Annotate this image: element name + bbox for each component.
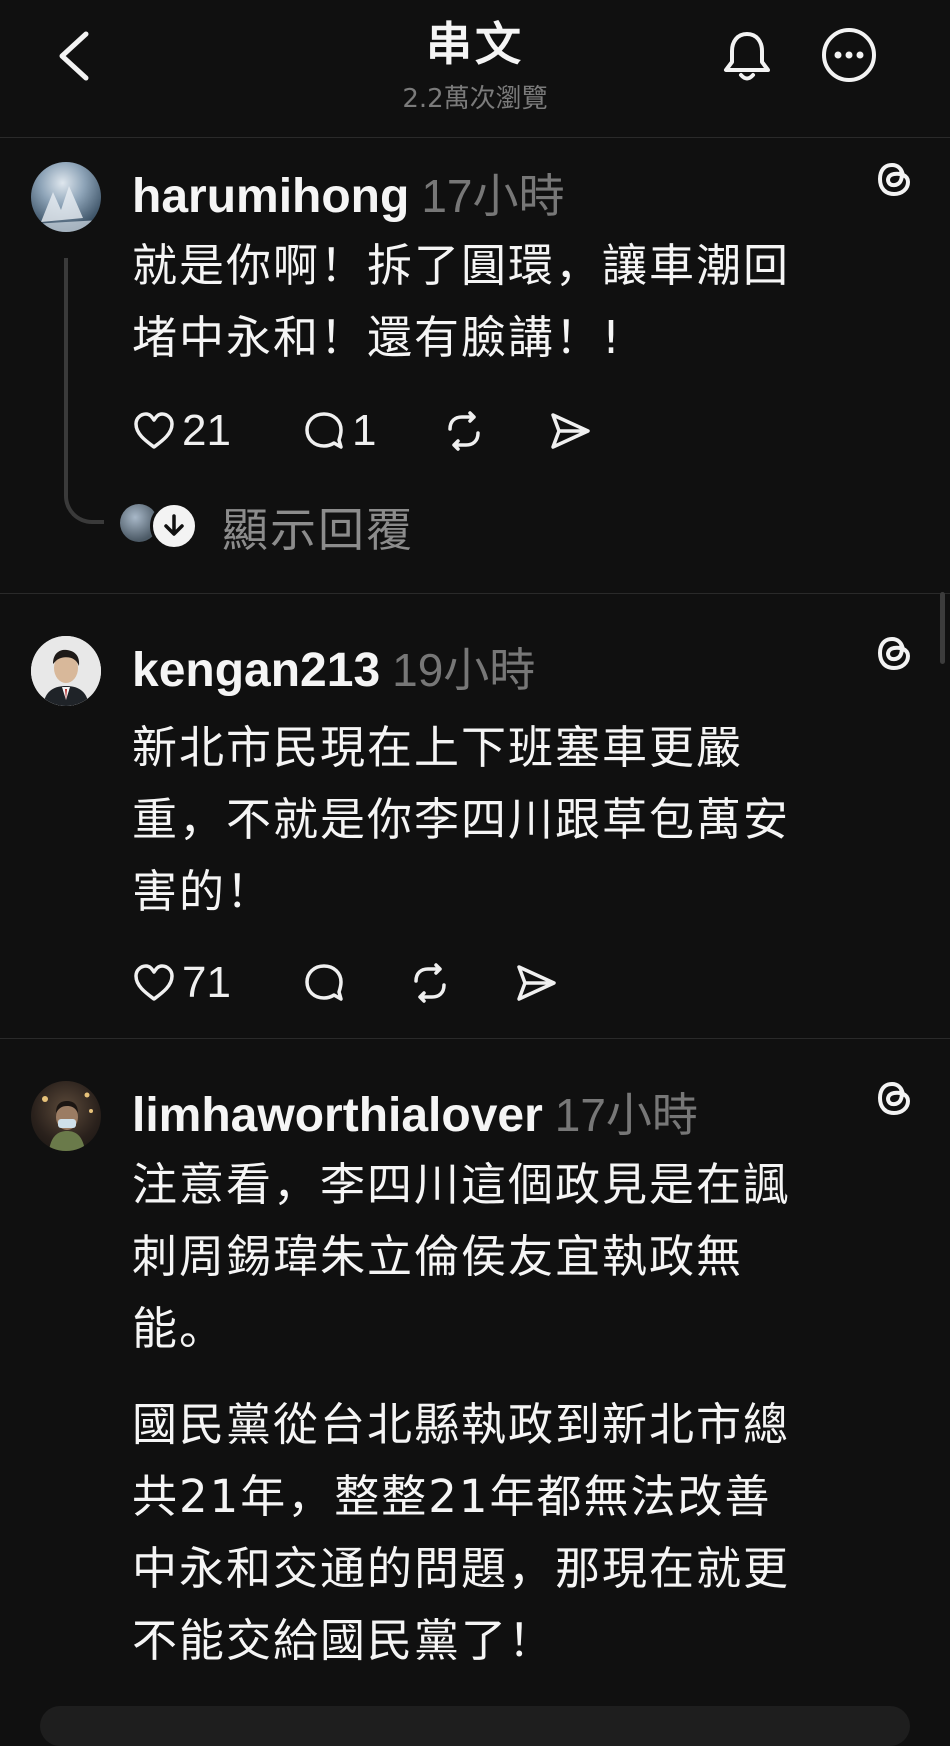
comment-count: 1: [352, 406, 377, 455]
comment-button[interactable]: [302, 958, 346, 1008]
action-bar: 71: [132, 958, 572, 1008]
reply-composer-bar[interactable]: [40, 1706, 910, 1746]
person-photo: [31, 636, 101, 706]
scrollbar[interactable]: [940, 592, 945, 664]
like-button[interactable]: 21: [132, 406, 231, 456]
comment-icon: [305, 412, 343, 449]
post-text: 就是你啊！拆了圓環，讓車潮回 堵中永和！還有臉講！!: [132, 239, 791, 364]
arrow-down-icon: [150, 502, 198, 550]
person-photo: [42, 1092, 93, 1151]
threads-logo-icon[interactable]: [872, 156, 916, 202]
post-limhaworthialover: limhaworthialover 17小時 注意看，李四川這個政見是在諷 刺周錫…: [0, 1039, 950, 1723]
thread-connector: [64, 258, 104, 524]
share-button[interactable]: [548, 406, 592, 456]
more-icon: [822, 28, 876, 82]
comment-button[interactable]: 1: [302, 406, 376, 456]
more-options-button[interactable]: [820, 26, 878, 84]
action-bar: 21 1: [132, 406, 632, 456]
post-text-paragraph-2: 國民黨從台北縣執政到新北市總 共21年，整整21年都無法改善 中永和交通的問題，…: [132, 1398, 791, 1667]
comment-icon: [305, 964, 343, 1001]
post-harumihong: harumihong 17小時 就是你啊！拆了圓環，讓車潮回 堵中永和！還有臉講！…: [0, 138, 950, 593]
bell-icon: [724, 32, 770, 81]
send-icon: [551, 413, 590, 449]
post-text: 注意看，李四川這個政見是在諷 刺周錫瑋朱立倫侯友宜執政無 能。: [132, 1158, 791, 1355]
avatar[interactable]: [31, 636, 101, 706]
repost-icon: [448, 411, 480, 451]
snow-tree-picture: [31, 186, 101, 232]
page-title: 串文: [426, 17, 524, 71]
threads-logo-icon[interactable]: [872, 1075, 916, 1121]
avatar[interactable]: [31, 162, 101, 232]
timestamp: 19小時: [392, 644, 536, 696]
repost-button[interactable]: [442, 406, 486, 456]
like-button[interactable]: 71: [132, 958, 231, 1008]
view-count: 2.2萬次瀏覽: [402, 84, 548, 114]
heart-icon: [134, 964, 174, 1001]
send-icon: [517, 965, 556, 1001]
like-count: 21: [182, 406, 231, 455]
username[interactable]: kengan213 19小時: [132, 634, 535, 700]
show-replies-label: 顯示回覆: [222, 503, 414, 557]
avatar[interactable]: [31, 1081, 101, 1151]
timestamp: 17小時: [421, 170, 565, 222]
like-count: 71: [182, 958, 231, 1007]
top-bar: 串文 2.2萬次瀏覽: [0, 0, 950, 138]
share-button[interactable]: [514, 958, 558, 1008]
post-kengan213: kengan213 19小時 新北市民現在上下班塞車更嚴 重，不就是你李四川跟草包…: [0, 594, 950, 1038]
repost-button[interactable]: [408, 958, 452, 1008]
heart-icon: [134, 412, 174, 449]
post-text: 新北市民現在上下班塞車更嚴 重，不就是你李四川跟草包萬安 害的！: [132, 721, 791, 918]
username[interactable]: harumihong 17小時: [132, 160, 564, 226]
timestamp: 17小時: [554, 1089, 698, 1141]
threads-logo-icon[interactable]: [872, 630, 916, 676]
notification-button[interactable]: [720, 28, 774, 84]
username[interactable]: limhaworthialover 17小時: [132, 1079, 698, 1145]
repost-icon: [414, 963, 446, 1003]
